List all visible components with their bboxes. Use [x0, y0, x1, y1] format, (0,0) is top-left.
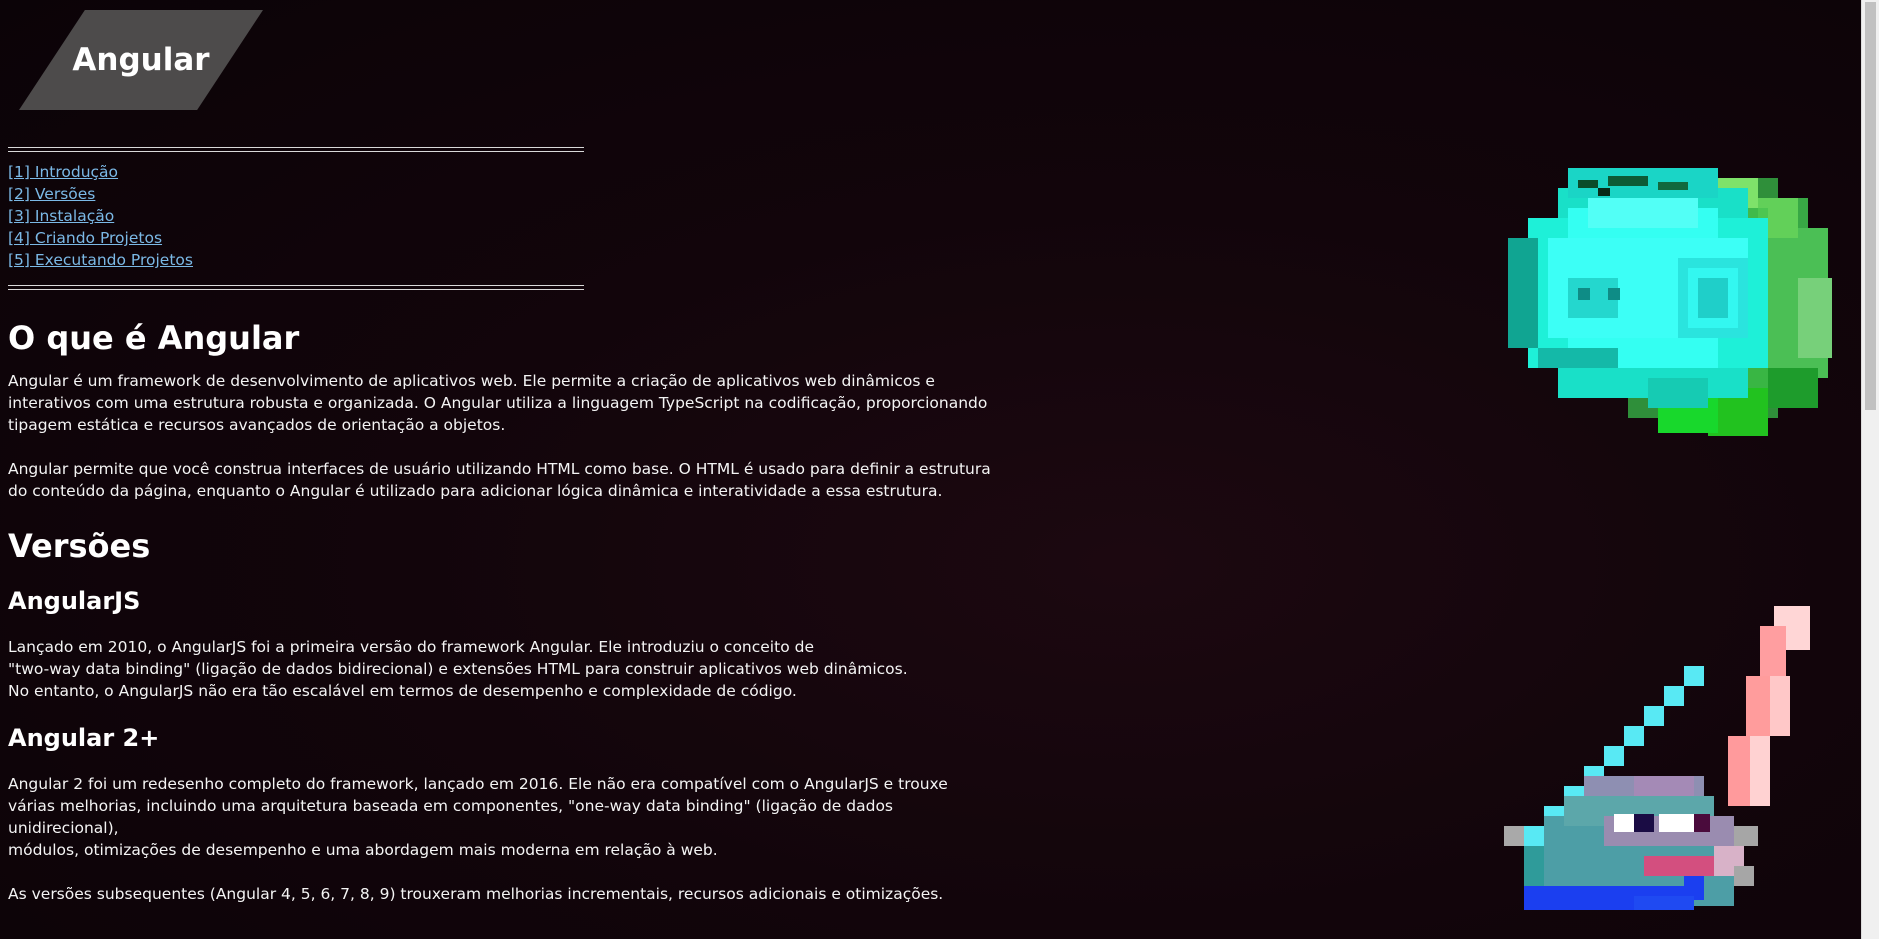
toc-top-divider	[8, 147, 584, 152]
table-of-contents: [1] Introdução [2] Versões [3] Instalaçã…	[8, 161, 193, 271]
angular2-heading: Angular 2+	[8, 724, 160, 752]
toc-link-introducao[interactable]: [1] Introdução	[8, 163, 118, 181]
angularjs-paragraph: Lançado em 2010, o AngularJS foi a prime…	[8, 638, 908, 700]
pixel-slime-icon	[1508, 168, 1832, 436]
intro-paragraph-1: Angular é um framework de desenvolviment…	[8, 372, 988, 434]
site-logo[interactable]: Angular	[19, 10, 263, 110]
intro-paragraph-2: Angular permite que você construa interf…	[8, 460, 991, 500]
scrollbar-thumb[interactable]	[1865, 2, 1876, 410]
toc-link-instalacao[interactable]: [3] Instalação	[8, 207, 114, 225]
toc-item-executando-projetos: [5] Executando Projetos	[8, 249, 193, 271]
toc-item-versoes: [2] Versões	[8, 183, 193, 205]
toc-link-criando-projetos[interactable]: [4] Criando Projetos	[8, 229, 162, 247]
versions-heading: Versões	[8, 527, 151, 565]
intro-heading: O que é Angular	[8, 319, 300, 357]
toc-link-versoes[interactable]: [2] Versões	[8, 185, 95, 203]
logo-title: Angular	[72, 42, 210, 78]
toc-item-introducao: [1] Introdução	[8, 161, 193, 183]
page: Angular [1] Introdução [2] Versões [3] I…	[0, 0, 1862, 939]
main-content: O que é Angular Angular é um framework d…	[8, 318, 1008, 905]
toc-item-instalacao: [3] Instalação	[8, 205, 193, 227]
pixel-swords-creature-icon	[1504, 606, 1810, 910]
angular2-paragraph-1: Angular 2 foi um redesenho completo do f…	[8, 775, 948, 859]
toc-item-criando-projetos: [4] Criando Projetos	[8, 227, 193, 249]
angular2-paragraph-2: As versões subsequentes (Angular 4, 5, 6…	[8, 885, 944, 903]
toc-link-executando-projetos[interactable]: [5] Executando Projetos	[8, 251, 193, 269]
toc-bottom-divider	[8, 285, 584, 290]
vertical-scrollbar[interactable]	[1861, 0, 1879, 939]
angularjs-heading: AngularJS	[8, 587, 141, 615]
